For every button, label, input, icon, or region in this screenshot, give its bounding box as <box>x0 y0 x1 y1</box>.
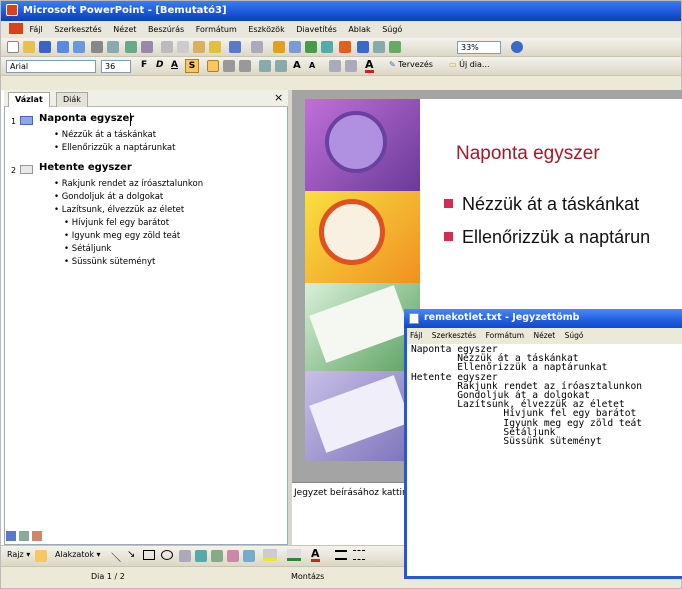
slide-photo-strip <box>305 99 420 461</box>
view-buttons <box>4 530 64 543</box>
notepad-text-area[interactable]: Naponta egyszer Nézzük át a táskánkat El… <box>411 345 681 575</box>
clock-image <box>325 111 387 173</box>
slide-number: 1 <box>11 117 17 126</box>
tables-borders-icon[interactable] <box>305 41 317 53</box>
clipart-icon[interactable] <box>227 550 239 562</box>
zoom-box[interactable]: 33% <box>457 41 501 54</box>
outline-bullet[interactable]: • Lazítsunk, élvezzük az életet <box>54 205 184 215</box>
outline-bullet-text: Süssünk süteményt <box>71 257 156 267</box>
slide-title[interactable]: Naponta egyszer <box>456 143 600 165</box>
design-button[interactable]: ✎ Tervezés <box>389 60 433 69</box>
outline-bullet-text: Lazítsunk, élvezzük az életet <box>61 205 185 215</box>
line-color-icon[interactable] <box>287 549 301 561</box>
notepad-menu-format[interactable]: Formátum <box>486 331 525 340</box>
outline-bullet-text: Igyunk meg egy zöld teát <box>71 231 181 241</box>
diagram-icon[interactable] <box>211 550 223 562</box>
notes-placeholder[interactable]: Jegyzet beírásához kattin <box>294 488 408 498</box>
outline-bullet[interactable]: • Gondoljuk át a dolgokat <box>54 192 163 202</box>
outline-subbullet[interactable]: • Igyunk meg egy zöld teát <box>64 231 180 241</box>
outline-bullet[interactable]: • Ellenőrizzük a naptárunkat <box>54 143 175 153</box>
text-cursor <box>130 113 131 126</box>
sorter-view-icon[interactable] <box>19 531 29 541</box>
notepad-menu-edit[interactable]: Szerkesztés <box>432 331 476 340</box>
increase-font-icon[interactable]: A <box>293 60 301 71</box>
slideshow-view-icon[interactable] <box>32 531 42 541</box>
bullet-square-icon <box>444 199 453 208</box>
menu-slideshow[interactable]: Diavetítés <box>296 25 337 34</box>
color-grayscale-icon[interactable] <box>389 41 401 53</box>
new-slide-button[interactable]: ▭ Új dia... <box>449 60 490 69</box>
decrease-font-icon[interactable]: A <box>309 61 315 70</box>
draw-menu[interactable]: Rajz ▾ <box>7 550 30 559</box>
slide-number: 2 <box>11 166 17 175</box>
outline-bullet-text: Hívjunk fel egy barátot <box>71 218 170 228</box>
status-design: Montázs <box>291 572 325 581</box>
menu-window[interactable]: Ablak <box>348 25 370 34</box>
help-icon[interactable] <box>511 41 523 53</box>
outline-bullet[interactable]: • Rakjunk rendet az íróasztalunkon <box>54 179 203 189</box>
table-icon[interactable] <box>289 41 301 53</box>
slide-bullet-text: Ellenőrizzük a naptárun <box>462 227 651 247</box>
clock-image <box>319 199 385 265</box>
slide-bullet[interactable]: Ellenőrizzük a naptárun <box>444 227 650 248</box>
notepad-menu-file[interactable]: Fájl <box>410 331 422 340</box>
slide-bullet-text: Nézzük át a táskánkat <box>462 194 640 214</box>
outline-subbullet[interactable]: • Süssünk süteményt <box>64 257 155 267</box>
bullet-square-icon <box>444 232 453 241</box>
font-color-icon[interactable]: A <box>365 59 374 73</box>
outline-subbullet[interactable]: • Hívjunk fel egy barátot <box>64 218 169 228</box>
decrease-indent-icon[interactable] <box>329 60 341 72</box>
show-formatting-icon[interactable] <box>357 41 369 53</box>
rectangle-icon[interactable] <box>143 550 155 560</box>
draw-label: Rajz <box>7 550 24 559</box>
slide-icon[interactable] <box>20 116 33 125</box>
outline-subbullet[interactable]: • Sétáljunk <box>64 244 111 254</box>
notepad-menu-view[interactable]: Nézet <box>533 331 555 340</box>
outline-bullet-text: Sétáljunk <box>71 244 112 254</box>
outline-bullet-text: Ellenőrizzük a naptárunkat <box>61 143 176 153</box>
outline-bullet-text: Rakjunk rendet az íróasztalunkon <box>61 179 204 189</box>
autoshapes-menu[interactable]: Alakzatok ▾ <box>55 550 101 559</box>
line-icon[interactable]: ＼ <box>111 549 121 564</box>
outline-bullet-text: Nézzük át a táskánkat <box>61 130 157 140</box>
hyperlink-icon[interactable] <box>321 41 333 53</box>
new-slide-label: Új dia... <box>459 60 490 69</box>
outline-slide-title[interactable]: Naponta egyszer <box>39 113 134 124</box>
design-label: Tervezés <box>398 60 433 69</box>
new-slide-icon: ▭ <box>449 60 457 69</box>
outline-bullet-text: Gondoljuk át a dolgokat <box>61 192 164 202</box>
notepad-menu-help[interactable]: Súgó <box>565 331 584 340</box>
outline-content[interactable]: 1 Naponta egyszer • Nézzük át a táskánka… <box>0 0 290 545</box>
line-style-icon[interactable] <box>335 550 347 560</box>
notepad-menu-bar: Fájl Szerkesztés Formátum Nézet Súgó <box>407 328 682 344</box>
notepad-icon <box>409 313 419 324</box>
fill-color-icon[interactable] <box>263 549 277 561</box>
status-slide: Dia 1 / 2 <box>91 572 125 581</box>
normal-view-icon[interactable] <box>6 531 16 541</box>
increase-indent-icon[interactable] <box>345 60 357 72</box>
arrow-icon[interactable]: ↘ <box>127 549 135 560</box>
autoshapes-label: Alakzatok <box>55 550 94 559</box>
picture-icon[interactable] <box>243 550 255 562</box>
grid-icon[interactable] <box>373 41 385 53</box>
design-icon: ✎ <box>389 60 396 69</box>
dash-style-icon[interactable] <box>353 550 365 560</box>
notepad-title-bar[interactable]: remekotlet.txt - Jegyzettömb <box>404 309 682 328</box>
draw-font-color-icon[interactable]: A <box>311 548 320 562</box>
slide-bullet[interactable]: Nézzük át a táskánkat <box>444 194 639 215</box>
expand-all-icon[interactable] <box>339 41 351 53</box>
textbox-icon[interactable] <box>179 550 191 562</box>
outline-slide-title[interactable]: Hetente egyszer <box>39 162 132 173</box>
select-objects-icon[interactable] <box>35 550 47 562</box>
oval-icon[interactable] <box>161 550 173 560</box>
menu-help[interactable]: Súgó <box>382 25 402 34</box>
outline-bullet[interactable]: • Nézzük át a táskánkat <box>54 130 156 140</box>
wordart-icon[interactable] <box>195 550 207 562</box>
notepad-title: remekotlet.txt - Jegyzettömb <box>424 312 580 323</box>
slide-icon[interactable] <box>20 165 33 174</box>
